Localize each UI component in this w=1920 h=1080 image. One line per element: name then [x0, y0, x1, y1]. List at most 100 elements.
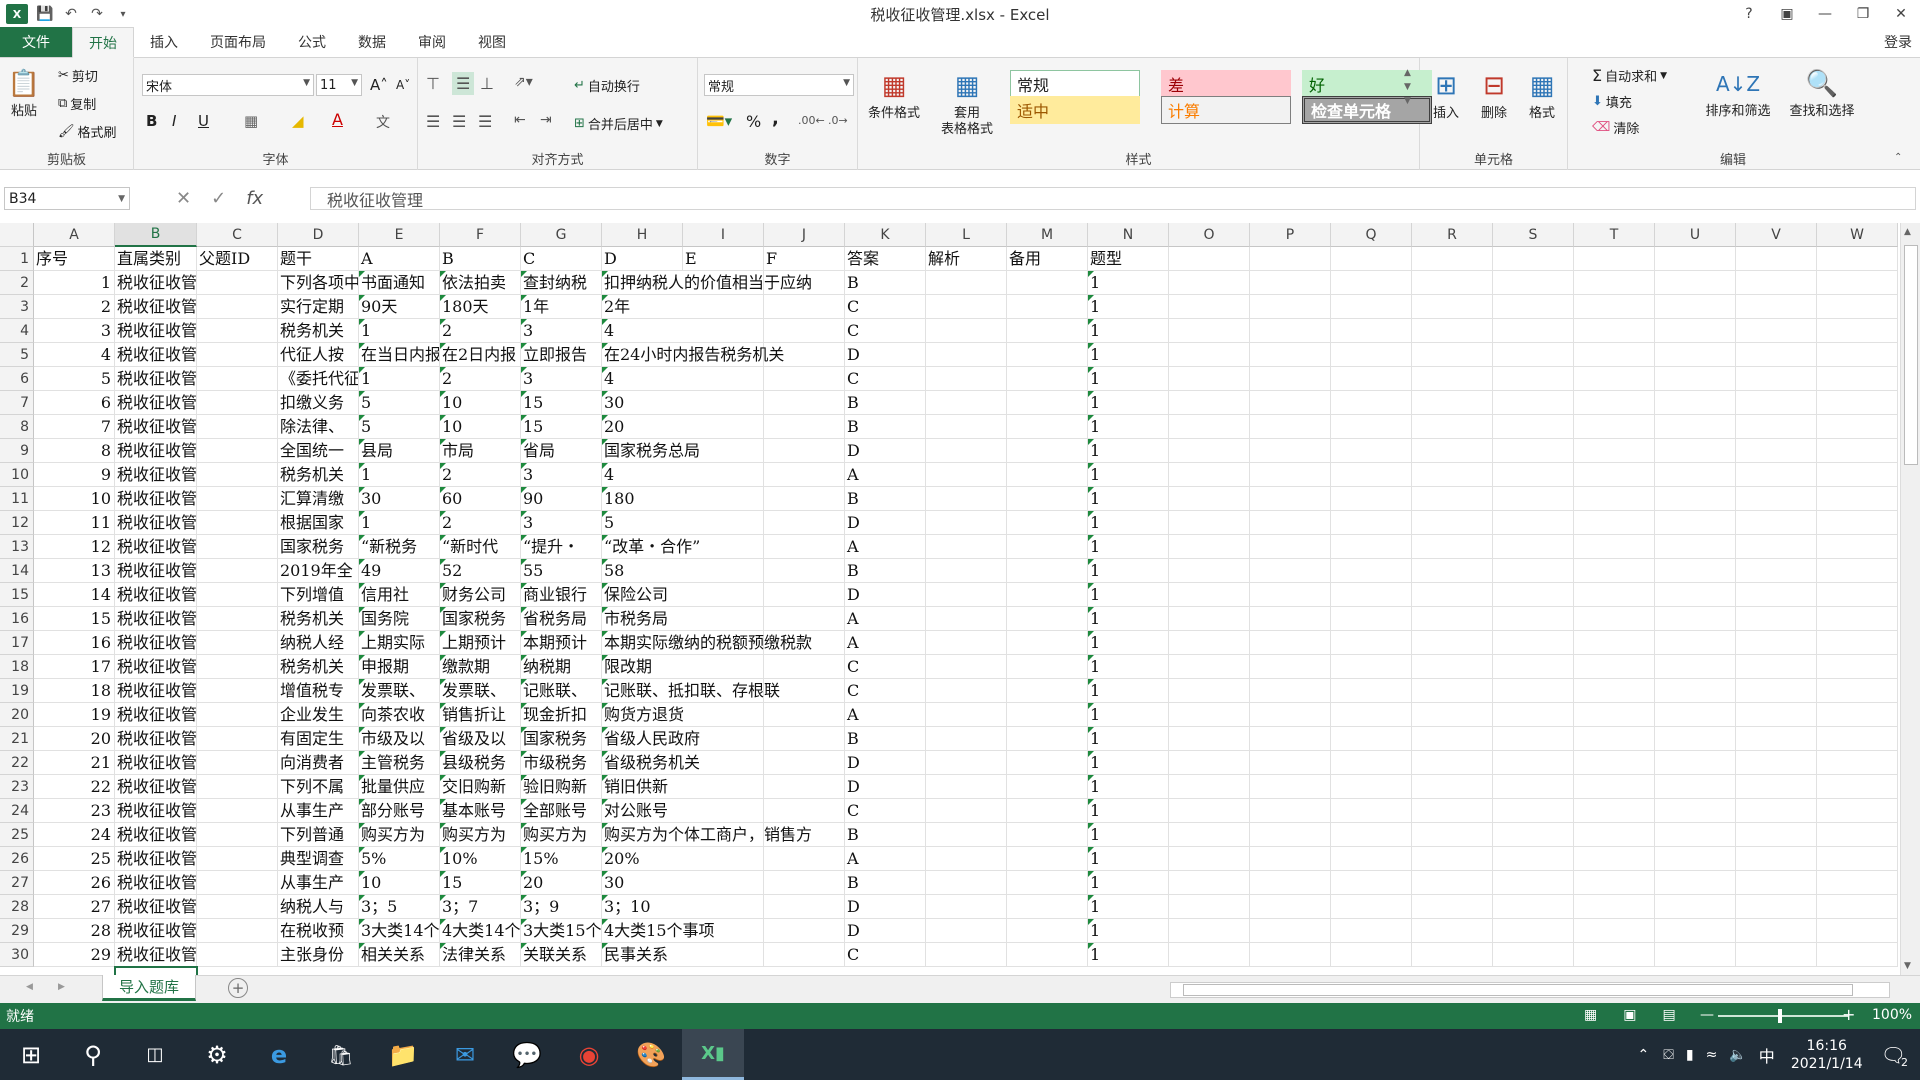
cell-Q10[interactable]	[1331, 463, 1412, 487]
insert-function-icon[interactable]: fx	[246, 188, 263, 209]
cell-C1[interactable]: 父题ID	[197, 247, 278, 271]
gallery-scroll-icon[interactable]: ▲ ▼ ▼	[1404, 66, 1411, 108]
cell-O27[interactable]	[1169, 871, 1250, 895]
cell-H22[interactable]: 省级税务机关	[602, 751, 845, 775]
cell-A28[interactable]: 27	[34, 895, 115, 919]
cell-W5[interactable]	[1817, 343, 1898, 367]
cell-O2[interactable]	[1169, 271, 1250, 295]
cell-E3[interactable]: 90天	[359, 295, 440, 319]
cell-L1[interactable]: 解析	[926, 247, 1007, 271]
cell-W9[interactable]	[1817, 439, 1898, 463]
cell-W28[interactable]	[1817, 895, 1898, 919]
cell-S6[interactable]	[1493, 367, 1574, 391]
cell-T8[interactable]	[1574, 415, 1655, 439]
login-link[interactable]: 登录	[1884, 32, 1912, 52]
cell-Q28[interactable]	[1331, 895, 1412, 919]
cell-U8[interactable]	[1655, 415, 1736, 439]
cell-W16[interactable]	[1817, 607, 1898, 631]
tab-insert[interactable]: 插入	[134, 27, 194, 57]
cell-V26[interactable]	[1736, 847, 1817, 871]
cell-N18[interactable]: 1	[1088, 655, 1169, 679]
cell-E20[interactable]: 向茶农收	[359, 703, 440, 727]
cell-S19[interactable]	[1493, 679, 1574, 703]
cell-V12[interactable]	[1736, 511, 1817, 535]
cell-style-3[interactable]: 适中	[1010, 96, 1140, 124]
cell-M30[interactable]	[1007, 943, 1088, 967]
cell-A26[interactable]: 25	[34, 847, 115, 871]
cell-M4[interactable]	[1007, 319, 1088, 343]
cell-N16[interactable]: 1	[1088, 607, 1169, 631]
cell-Q13[interactable]	[1331, 535, 1412, 559]
cell-V14[interactable]	[1736, 559, 1817, 583]
cell-R27[interactable]	[1412, 871, 1493, 895]
search-icon[interactable]: ⚲	[62, 1029, 124, 1080]
cell-E25[interactable]: 购买方为	[359, 823, 440, 847]
cell-W3[interactable]	[1817, 295, 1898, 319]
align-left-icon[interactable]: ☰	[426, 112, 440, 131]
cell-U13[interactable]	[1655, 535, 1736, 559]
cell-D14[interactable]: 2019年全	[278, 559, 359, 583]
paste-button[interactable]: 📋 粘贴	[6, 66, 42, 120]
cell-P21[interactable]	[1250, 727, 1331, 751]
cell-P11[interactable]	[1250, 487, 1331, 511]
cell-B22[interactable]: 税收征收管理	[115, 751, 197, 775]
cell-E17[interactable]: 上期实际	[359, 631, 440, 655]
cell-N23[interactable]: 1	[1088, 775, 1169, 799]
cell-E4[interactable]: 1	[359, 319, 440, 343]
clock[interactable]: 16:16 2021/1/14	[1791, 1037, 1863, 1073]
zoom-in-icon[interactable]: +	[1842, 1005, 1855, 1024]
cell-B20[interactable]: 税收征收管理	[115, 703, 197, 727]
cell-O6[interactable]	[1169, 367, 1250, 391]
cell-style-1[interactable]: 差	[1161, 70, 1291, 98]
cell-P1[interactable]	[1250, 247, 1331, 271]
italic-button[interactable]: I	[172, 112, 176, 130]
cell-E21[interactable]: 市级及以	[359, 727, 440, 751]
cell-P9[interactable]	[1250, 439, 1331, 463]
cell-D25[interactable]: 下列普通	[278, 823, 359, 847]
cell-U11[interactable]	[1655, 487, 1736, 511]
cell-L21[interactable]	[926, 727, 1007, 751]
cell-N14[interactable]: 1	[1088, 559, 1169, 583]
cell-C20[interactable]	[197, 703, 278, 727]
cell-B2[interactable]: 税收征收管理	[115, 271, 197, 295]
page-break-view-icon[interactable]: ▤	[1662, 1007, 1675, 1023]
cell-P8[interactable]	[1250, 415, 1331, 439]
cell-A25[interactable]: 24	[34, 823, 115, 847]
cell-P14[interactable]	[1250, 559, 1331, 583]
cell-K21[interactable]: B	[845, 727, 926, 751]
cell-W20[interactable]	[1817, 703, 1898, 727]
cell-C28[interactable]	[197, 895, 278, 919]
cell-O7[interactable]	[1169, 391, 1250, 415]
cell-R29[interactable]	[1412, 919, 1493, 943]
cell-F12[interactable]: 2	[440, 511, 521, 535]
cell-T4[interactable]	[1574, 319, 1655, 343]
row-header-24[interactable]: 24	[0, 799, 34, 823]
cell-T17[interactable]	[1574, 631, 1655, 655]
cell-H3[interactable]: 2年	[602, 295, 845, 319]
cell-Q25[interactable]	[1331, 823, 1412, 847]
cell-N2[interactable]: 1	[1088, 271, 1169, 295]
cell-M9[interactable]	[1007, 439, 1088, 463]
cell-Q1[interactable]	[1331, 247, 1412, 271]
cell-P3[interactable]	[1250, 295, 1331, 319]
ime-indicator[interactable]: 中	[1759, 1043, 1775, 1067]
cell-Q14[interactable]	[1331, 559, 1412, 583]
cell-N20[interactable]: 1	[1088, 703, 1169, 727]
cell-S22[interactable]	[1493, 751, 1574, 775]
cell-V30[interactable]	[1736, 943, 1817, 967]
cell-A30[interactable]: 29	[34, 943, 115, 967]
cell-D30[interactable]: 主张身份	[278, 943, 359, 967]
cell-G22[interactable]: 市级税务	[521, 751, 602, 775]
cell-N7[interactable]: 1	[1088, 391, 1169, 415]
column-header-O[interactable]: O	[1169, 223, 1250, 247]
cell-F20[interactable]: 销售折让	[440, 703, 521, 727]
tray-expand-icon[interactable]: ⌃	[1638, 1047, 1650, 1063]
cell-Q3[interactable]	[1331, 295, 1412, 319]
file-explorer-icon[interactable]: 📁	[372, 1029, 434, 1080]
cell-P26[interactable]	[1250, 847, 1331, 871]
cell-N6[interactable]: 1	[1088, 367, 1169, 391]
horizontal-scroll-thumb[interactable]	[1183, 984, 1853, 996]
copy-button[interactable]: ⧉ 复制	[58, 94, 96, 113]
cell-F26[interactable]: 10%	[440, 847, 521, 871]
row-header-15[interactable]: 15	[0, 583, 34, 607]
